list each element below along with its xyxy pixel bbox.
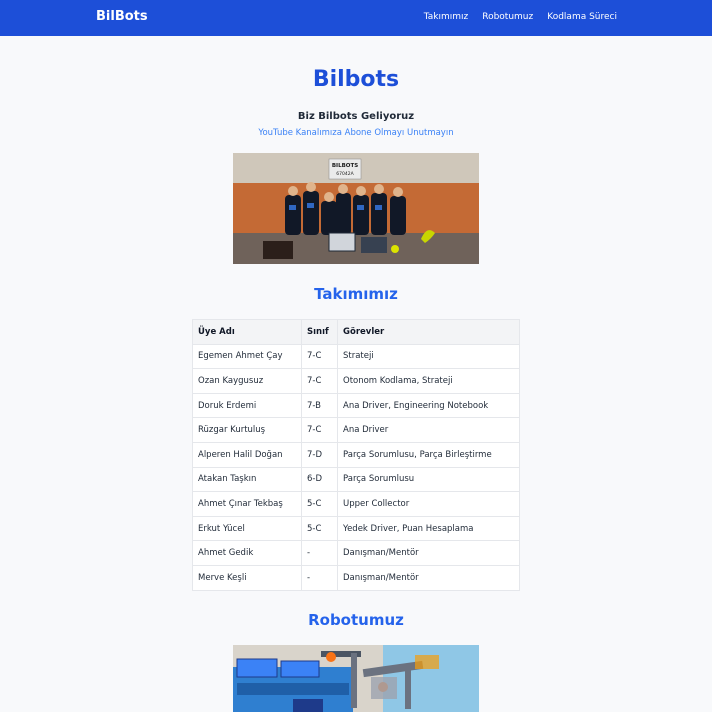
column-header-duties: Görevler — [337, 319, 520, 345]
member-class: 7-D — [301, 441, 338, 468]
member-class: 7-C — [301, 368, 338, 394]
brand-logo[interactable]: BilBots — [96, 9, 148, 24]
team-table: Üye Adı Sınıf Görevler Egemen Ahmet Çay 7… — [192, 319, 520, 591]
member-duties: Upper Collector — [337, 491, 520, 517]
member-name: Ahmet Çınar Tekbaş — [192, 491, 302, 517]
table-row: Alperen Halil Doğan 7-D Parça Sorumlusu, P… — [192, 441, 520, 468]
member-class: 7-B — [301, 392, 338, 419]
member-name: Erkut Yücel — [192, 515, 302, 542]
robot-photo — [233, 645, 479, 712]
robot-section-title: Robotumuz — [308, 611, 404, 629]
member-duties: Parça Sorumlusu, Parça Birleştirme — [337, 441, 520, 468]
member-name: Doruk Erdemi — [192, 392, 302, 419]
member-class: 6-D — [301, 466, 338, 493]
member-name: Merve Keşli — [192, 564, 302, 591]
team-section-title: Takımımız — [314, 285, 398, 303]
page-title: Bilbots — [312, 67, 400, 92]
member-class: 7-C — [301, 417, 338, 443]
team-photo: BILBOTS 67042A — [233, 153, 479, 264]
photo-banner-number: 67042A — [336, 171, 354, 177]
nav-link-robotumuz[interactable]: Robotumuz — [482, 12, 533, 22]
member-duties: Parça Sorumlusu — [337, 466, 520, 493]
column-header-class: Sınıf — [301, 319, 338, 345]
member-duties: Otonom Kodlama, Strateji — [337, 368, 520, 394]
member-class: - — [301, 564, 338, 591]
table-row: Atakan Taşkın 6-D Parça Sorumlusu — [192, 466, 520, 493]
member-name: Ahmet Gedik — [192, 540, 302, 566]
nav-link-takimimiz[interactable]: Takımımız — [424, 12, 469, 22]
column-header-name: Üye Adı — [192, 319, 302, 345]
table-row: Merve Keşli - Danışman/Mentör — [192, 564, 520, 591]
member-name: Ozan Kaygusuz — [192, 368, 302, 394]
table-row: Ahmet Çınar Tekbaş 5-C Upper Collector — [192, 491, 520, 517]
member-class: 5-C — [301, 515, 338, 542]
member-class: 7-C — [301, 343, 338, 370]
member-name: Alperen Halil Doğan — [192, 441, 302, 468]
member-duties: Ana Driver — [337, 417, 520, 443]
table-row: Rüzgar Kurtuluş 7-C Ana Driver — [192, 417, 520, 443]
table-header-row: Üye Adı Sınıf Görevler — [192, 319, 520, 345]
youtube-link[interactable]: YouTube Kanalımıza Abone Olmayı Unutmayı… — [0, 128, 712, 138]
member-duties: Danışman/Mentör — [337, 564, 520, 591]
nav-link-kodlama-sureci[interactable]: Kodlama Süreci — [547, 12, 617, 22]
table-row: Doruk Erdemi 7-B Ana Driver, Engineering N… — [192, 392, 520, 419]
hero-subtitle: Biz Bilbots Geliyoruz — [297, 111, 415, 122]
member-duties: Yedek Driver, Puan Hesaplama — [337, 515, 520, 542]
member-name: Egemen Ahmet Çay — [192, 343, 302, 370]
member-class: - — [301, 540, 338, 566]
nav-links: Takımımız Robotumuz Kodlama Süreci — [424, 12, 617, 22]
table-row: Ozan Kaygusuz 7-C Otonom Kodlama, Strateji — [192, 368, 520, 394]
table-row: Ahmet Gedik - Danışman/Mentör — [192, 540, 520, 566]
member-name: Rüzgar Kurtuluş — [192, 417, 302, 443]
member-class: 5-C — [301, 491, 338, 517]
member-duties: Strateji — [337, 343, 520, 370]
table-row: Erkut Yücel 5-C Yedek Driver, Puan Hesapla… — [192, 515, 520, 542]
table-row: Egemen Ahmet Çay 7-C Strateji — [192, 343, 520, 370]
navbar: BilBots Takımımız Robotumuz Kodlama Süre… — [0, 0, 712, 36]
photo-banner-text: BILBOTS — [332, 163, 358, 169]
member-duties: Danışman/Mentör — [337, 540, 520, 566]
member-name: Atakan Taşkın — [192, 466, 302, 493]
member-duties: Ana Driver, Engineering Notebook — [337, 392, 520, 419]
